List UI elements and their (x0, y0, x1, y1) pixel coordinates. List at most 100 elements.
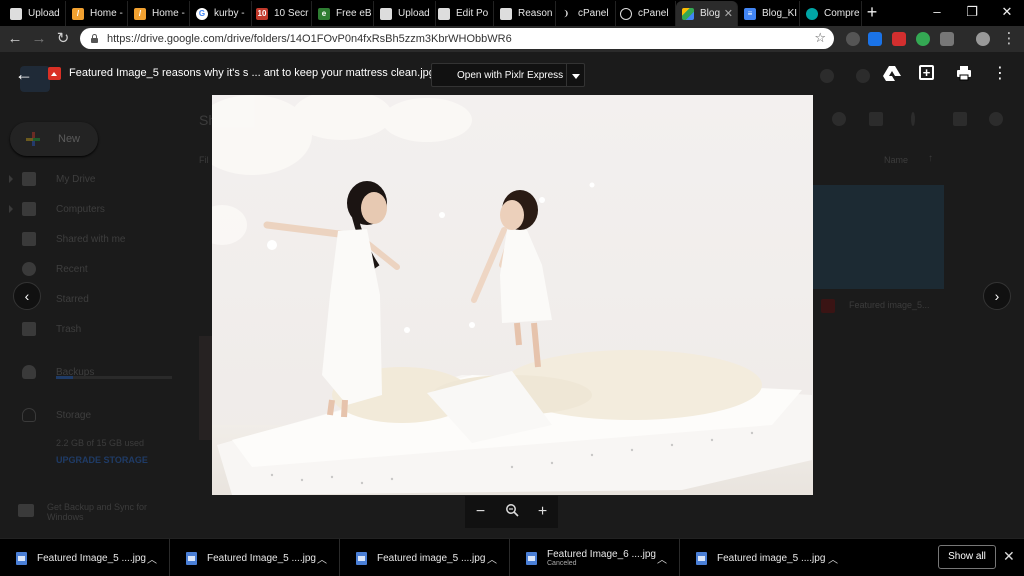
download-name: Featured Image_5 ....jpg (207, 552, 316, 564)
url-text[interactable]: https://drive.google.com/drive/folders/1… (107, 33, 512, 45)
viewer-header: ← Featured Image_5 reasons why it's s ..… (0, 52, 1024, 96)
restore-button[interactable]: ❐ (955, 0, 989, 24)
lock-icon (90, 34, 99, 43)
docs-icon: ≡ (744, 7, 756, 20)
zoom-in-button[interactable]: + (532, 503, 554, 521)
wp-icon: / (134, 7, 146, 20)
info-icon[interactable] (989, 112, 1003, 126)
more-options-icon[interactable]: ⋮ (991, 65, 1009, 83)
browser-tab[interactable]: Edit Po (432, 1, 494, 26)
zoom-magnifier-icon[interactable] (501, 503, 523, 522)
tab-label: Blog_KI (762, 8, 798, 19)
new-tab-button[interactable]: + (862, 3, 882, 23)
browser-tab-active[interactable]: Blog ✕ (676, 1, 738, 26)
window-close-button[interactable]: ✕ (990, 0, 1024, 24)
browser-tab[interactable]: / Home - (128, 1, 190, 26)
sidebar-item-shared[interactable]: Shared with me (0, 224, 190, 254)
browser-tab[interactable]: Upload (374, 1, 436, 26)
sidebar-item-my-drive[interactable]: My Drive (0, 164, 190, 194)
extension-icon[interactable] (846, 32, 860, 46)
site-icon (806, 7, 818, 20)
show-all-button[interactable]: Show all (938, 545, 996, 569)
list-view-icon[interactable] (953, 112, 967, 126)
sidebar-item-label: Starred (56, 293, 89, 305)
previous-image-button[interactable]: ‹ (13, 282, 41, 310)
chevron-up-icon[interactable]: ︿ (657, 551, 667, 566)
image-file-icon (821, 299, 835, 313)
add-comment-icon[interactable]: + (919, 65, 934, 80)
sort-arrow-icon[interactable]: ↑ (928, 153, 933, 164)
chevron-up-icon[interactable]: ︿ (828, 551, 838, 566)
browser-tab[interactable]: e Free eB (312, 1, 374, 26)
profile-avatar[interactable] (976, 32, 990, 46)
download-item[interactable]: Featured Image_6 ....jpg Canceled ︿ (510, 539, 680, 576)
open-with-dropdown-icon[interactable] (566, 64, 584, 86)
photo-content (212, 95, 813, 495)
download-name: Featured image_5 ....jpg (717, 552, 826, 564)
close-shelf-icon[interactable]: ✕ (1003, 548, 1015, 565)
grammarly-icon[interactable] (916, 32, 930, 46)
sidebar-item-storage[interactable]: Storage (0, 400, 190, 430)
eye-icon[interactable] (832, 112, 846, 126)
download-name: Featured image_5 ....jpg (377, 552, 486, 564)
download-item[interactable]: Featured Image_5 ....jpg ︿ (170, 539, 340, 576)
browser-tab[interactable]: / Home - (66, 1, 128, 26)
open-with-button[interactable]: Open with Pixlr Express (431, 63, 585, 87)
file-name-label[interactable]: Featured image_5... (849, 300, 930, 310)
print-icon[interactable] (955, 65, 973, 83)
download-item[interactable]: Featured image_5 ....jpg ︿ (340, 539, 510, 576)
add-to-drive-icon[interactable] (883, 65, 901, 83)
upgrade-storage-link[interactable]: UPGRADE STORAGE (56, 455, 148, 465)
bookmark-star-icon[interactable]: ☆ (814, 30, 826, 46)
browser-tab[interactable]: Compre (800, 1, 862, 26)
download-item[interactable]: Featured image_5 ....jpg ︿ (680, 539, 850, 576)
browser-tab[interactable]: cPanel (614, 1, 676, 26)
sidebar-item-computers[interactable]: Computers (0, 194, 190, 224)
zoom-out-button[interactable]: − (470, 503, 492, 521)
page-icon (10, 7, 22, 20)
sidebar-item-label: Trash (56, 323, 82, 335)
address-bar[interactable]: https://drive.google.com/drive/folders/1… (80, 28, 834, 49)
document-icon (186, 551, 197, 565)
trash-icon[interactable] (869, 112, 883, 126)
people-icon (22, 232, 36, 246)
tab-label: Home - (90, 8, 123, 19)
browser-tab[interactable]: 10 10 Secr (250, 1, 312, 26)
browser-tab[interactable]: Upload (4, 1, 66, 26)
download-status: Canceled (547, 560, 577, 567)
tab-label: 10 Secr (274, 8, 309, 19)
extension-icon[interactable] (892, 32, 906, 46)
camera-icon[interactable] (940, 32, 954, 46)
browser-tab[interactable]: Reason (494, 1, 556, 26)
image-file-icon (48, 67, 61, 80)
reload-button[interactable]: ↻ (54, 30, 72, 48)
clock-icon (22, 262, 36, 276)
chevron-up-icon[interactable]: ︿ (147, 551, 157, 566)
cpanel-icon: ❩ (562, 9, 570, 18)
sidebar-item-label: My Drive (56, 173, 96, 185)
file-thumbnail[interactable] (813, 185, 944, 289)
chrome-menu-icon[interactable]: ⋮ (1000, 30, 1018, 48)
browser-tab[interactable]: ≡ Blog_KI (738, 1, 800, 26)
open-with-label[interactable]: Open with Pixlr Express (432, 70, 566, 81)
sort-name-header[interactable]: Name (884, 155, 908, 165)
next-image-button[interactable]: › (983, 282, 1011, 310)
chevron-up-icon[interactable]: ︿ (487, 551, 497, 566)
close-viewer-arrow-icon[interactable]: ← (14, 64, 34, 84)
chevron-up-icon[interactable]: ︿ (317, 551, 327, 566)
new-button[interactable]: New (10, 122, 98, 156)
back-button[interactable]: ← (6, 30, 24, 48)
backup-sync-promo[interactable]: Get Backup and Sync for Windows (47, 502, 157, 522)
forward-button[interactable]: → (30, 30, 48, 48)
browser-tab[interactable]: ❩ cPanel (554, 1, 616, 26)
extension-icon[interactable] (868, 32, 882, 46)
file-thumbnail[interactable] (199, 336, 212, 440)
more-icon[interactable] (911, 112, 915, 126)
sidebar-item-recent[interactable]: Recent (0, 254, 190, 284)
sidebar-item-trash[interactable]: Trash (0, 314, 190, 344)
browser-tab[interactable]: Gkurby - (190, 1, 252, 26)
tab-close-icon[interactable]: ✕ (720, 7, 737, 20)
minimize-button[interactable]: – (920, 0, 954, 24)
sidebar-item-backups[interactable]: Backups (0, 357, 190, 387)
download-item[interactable]: Featured Image_5 ....jpg ︿ (0, 539, 170, 576)
